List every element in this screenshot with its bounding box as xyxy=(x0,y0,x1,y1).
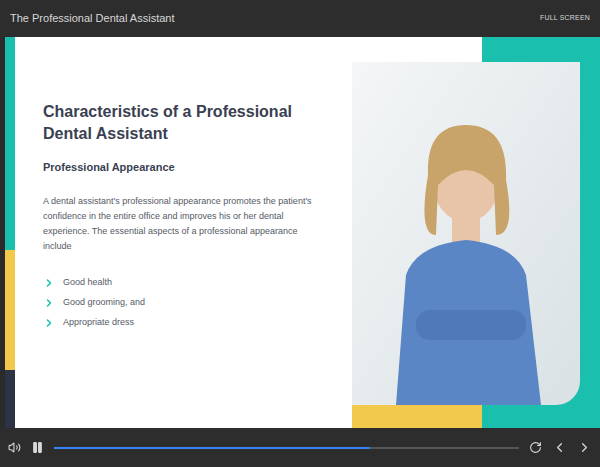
progress-bar[interactable] xyxy=(54,447,519,449)
bullet-list: Good health Good grooming, and Appropriate… xyxy=(43,276,332,331)
player-window: The Professional Dental Assistant FULL SC… xyxy=(0,0,600,467)
slide-subtitle: Professional Appearance xyxy=(43,159,332,176)
replay-icon[interactable] xyxy=(529,441,542,454)
left-strip xyxy=(5,37,15,428)
progress-fill xyxy=(54,447,370,449)
photo-area xyxy=(352,37,600,428)
fullscreen-button[interactable]: FULL SCREEN xyxy=(540,13,590,24)
slide: Characteristics of a Professional Dental… xyxy=(0,37,600,428)
bullet-item: Appropriate dress xyxy=(43,316,332,331)
chevron-icon xyxy=(43,317,55,329)
photo xyxy=(352,62,580,405)
next-icon[interactable] xyxy=(577,440,592,455)
person-photo-icon xyxy=(366,85,566,405)
previous-icon[interactable] xyxy=(552,440,567,455)
chevron-icon xyxy=(43,277,55,289)
pause-icon[interactable] xyxy=(31,441,44,454)
bullet-item: Good health xyxy=(43,276,332,291)
bullet-item: Good grooming, and xyxy=(43,296,332,311)
text-panel: Characteristics of a Professional Dental… xyxy=(15,37,352,428)
title-bar: The Professional Dental Assistant FULL SC… xyxy=(0,0,600,37)
slide-paragraph: A dental assistant's professional appear… xyxy=(43,194,323,254)
slide-title: Characteristics of a Professional Dental… xyxy=(43,101,328,145)
control-bar xyxy=(0,428,600,467)
chevron-icon xyxy=(43,297,55,309)
window-title: The Professional Dental Assistant xyxy=(10,10,174,27)
volume-icon[interactable] xyxy=(8,441,21,454)
